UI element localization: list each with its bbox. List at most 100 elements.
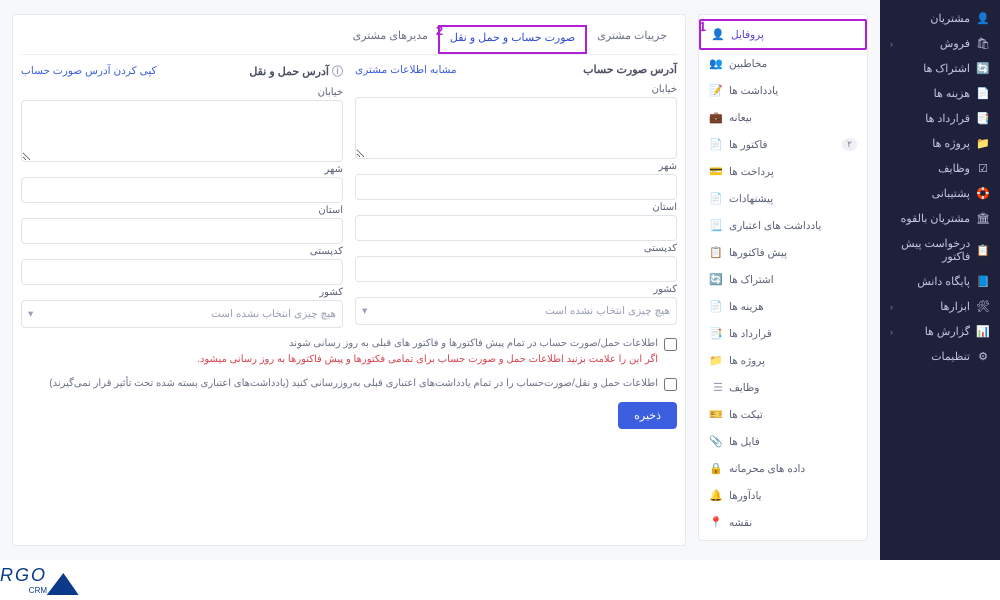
sub-item-یادداشت های اعتباری[interactable]: یادداشت های اعتباری📃 [699, 212, 867, 239]
sub-item-icon: 📄 [709, 300, 723, 313]
sub-item-پیشنهادات[interactable]: پیشنهادات📄 [699, 185, 867, 212]
shipping-zip-input[interactable] [21, 259, 343, 285]
nav-item-پشتیبانی[interactable]: 🛟پشتیبانی [880, 181, 1000, 206]
copy-billing-link[interactable]: کپی کردن آدرس صورت حساب [21, 65, 157, 77]
sub-item-وظایف[interactable]: وظایف☰ [699, 374, 867, 401]
sub-item-label: یادداشت ها [729, 85, 778, 97]
sub-item-label: پیش فاکتورها [729, 247, 787, 259]
nav-item-مشتریان بالقوه[interactable]: 🏛 مشتریان بالقوه [880, 206, 1000, 231]
sub-item-هزینه ها[interactable]: هزینه ها📄 [699, 293, 867, 320]
sub-item-فاکتور ها[interactable]: ۲فاکتور ها📄 [699, 131, 867, 158]
sub-item-label: فاکتور ها [729, 139, 768, 151]
sub-item-پرداخت ها[interactable]: پرداخت ها💳 [699, 158, 867, 185]
shipping-street-label: خیابان [21, 87, 343, 98]
shipping-country-select[interactable]: هیچ چیزی انتخاب نشده است ▾ [21, 300, 343, 328]
sub-item-icon: 💼 [709, 111, 723, 124]
nav-item-اشتراک ها[interactable]: 🔄اشتراک ها [880, 56, 1000, 81]
update-invoices-checkbox[interactable] [664, 338, 677, 351]
nav-item-گزارش ها[interactable]: 📊گزارش ها‹ [880, 319, 1000, 344]
nav-item-مشتریان[interactable]: 👤مشتریان [880, 6, 1000, 31]
billing-street-input[interactable] [355, 97, 677, 159]
shipping-state-input[interactable] [21, 218, 343, 244]
main-panel: جزییات مشتری صورت حساب و حمل و نقل 2 مدی… [12, 14, 686, 546]
nav-icon: 🛍 [976, 37, 990, 50]
sub-item-label: داده های محرمانه [729, 463, 805, 475]
nav-item-قرارداد ها[interactable]: 📑قرارداد ها [880, 106, 1000, 131]
sub-item-تیکت ها[interactable]: تیکت ها🎫 [699, 401, 867, 428]
nav-label: مشتریان بالقوه [901, 212, 970, 225]
count-badge: ۲ [842, 138, 857, 151]
highlight-marker-1: 1 [699, 19, 706, 34]
logo-text: RGO [0, 565, 47, 585]
sub-item-بیعانه[interactable]: بیعانه 💼 [699, 104, 867, 131]
chevron-left-icon: ‹ [890, 302, 893, 312]
sub-item-label: فایل ها [729, 436, 760, 448]
shipping-city-input[interactable] [21, 177, 343, 203]
tab-customer-admins[interactable]: مدیرهای مشتری [343, 25, 438, 54]
shipping-street-input[interactable] [21, 100, 343, 162]
sub-item-icon: 📎 [709, 435, 723, 448]
tab-customer-details[interactable]: جزییات مشتری [587, 25, 677, 54]
nav-item-تنظیمات[interactable]: ⚙تنظیمات [880, 344, 1000, 369]
billing-shipping-form: آدرس صورت حساب مشابه اطلاعات مشتری خیابا… [21, 63, 677, 328]
sub-item-label: بیعانه [729, 112, 752, 124]
nav-item-پایگاه دانش[interactable]: 📘پایگاه دانش [880, 269, 1000, 294]
billing-city-input[interactable] [355, 174, 677, 200]
sub-item-icon: 📁 [709, 354, 723, 367]
nav-icon: 📄 [976, 87, 990, 100]
main-sidebar: 👤مشتریان🛍فروش‹🔄اشتراک ها📄هزینه ها📑قراردا… [880, 0, 1000, 560]
nav-icon: 📁 [976, 137, 990, 150]
chevron-down-icon: ▾ [28, 308, 33, 320]
logo-subtitle: CRM [0, 586, 47, 595]
billing-state-label: استان [355, 202, 677, 213]
nav-item-هزینه ها[interactable]: 📄هزینه ها [880, 81, 1000, 106]
sub-item-پیش فاکتورها[interactable]: پیش فاکتورها 📋 [699, 239, 867, 266]
sub-item-label: اشتراک ها [729, 274, 774, 286]
update-credit-notes-checkbox[interactable] [664, 378, 677, 391]
nav-icon: ☑ [976, 162, 990, 175]
nav-icon: 📊 [976, 325, 990, 338]
highlight-marker-2: 2 [436, 23, 443, 38]
nav-label: مشتریان [930, 12, 970, 25]
sub-item-نقشه[interactable]: نقشه📍 [699, 509, 867, 536]
sub-item-پروژه ها[interactable]: پروژه ها📁 [699, 347, 867, 374]
nav-item-درخواست پیش فاکتور[interactable]: 📋درخواست پیش فاکتور [880, 231, 1000, 269]
billing-street-label: خیابان [355, 84, 677, 95]
sub-item-فایل ها[interactable]: فایل ها 📎 [699, 428, 867, 455]
sub-item-قرارداد ها[interactable]: قرارداد ها📑 [699, 320, 867, 347]
sub-item-label: قرارداد ها [729, 328, 772, 340]
sub-item-label: تیکت ها [729, 409, 763, 421]
sub-item-یادداشت ها[interactable]: یادداشت ها📝 [699, 77, 867, 104]
tab-label: صورت حساب و حمل و نقل [450, 32, 575, 44]
logo-bar: RGO CRM [0, 560, 1000, 600]
copy-customer-info-link[interactable]: مشابه اطلاعات مشتری [355, 64, 457, 76]
save-button[interactable]: ذخیره [618, 402, 677, 429]
nav-label: درخواست پیش فاکتور [890, 237, 970, 263]
tab-billing-shipping[interactable]: صورت حساب و حمل و نقل 2 [438, 25, 587, 54]
billing-country-select[interactable]: هیچ چیزی انتخاب نشده است ▾ [355, 297, 677, 325]
chevron-left-icon: ‹ [890, 39, 893, 49]
customer-sub-sidebar: پروفایل👤1مخاطبین👥یادداشت ها📝 بیعانه 💼 ۲ فاکت… [698, 14, 868, 541]
nav-item-وظایف[interactable]: ☑وظایف [880, 156, 1000, 181]
nav-icon: 🏛 [976, 212, 990, 225]
customer-tabs: جزییات مشتری صورت حساب و حمل و نقل 2 مدی… [21, 25, 677, 55]
nav-icon: 📑 [976, 112, 990, 125]
nav-icon: 🔄 [976, 62, 990, 75]
billing-zip-label: کدپستی [355, 243, 677, 254]
sub-item-icon: 📋 [709, 246, 723, 259]
sub-item-اشتراک ها[interactable]: اشتراک ها 🔄 [699, 266, 867, 293]
billing-zip-input[interactable] [355, 256, 677, 282]
sub-item-پروفایل[interactable]: پروفایل👤1 [699, 19, 867, 50]
nav-item-پروژه ها[interactable]: 📁پروژه ها [880, 131, 1000, 156]
nav-icon: 🛠 [976, 300, 990, 313]
content-area: پروفایل👤1مخاطبین👥یادداشت ها📝 بیعانه 💼 ۲ فاکت… [0, 0, 880, 560]
billing-state-input[interactable] [355, 215, 677, 241]
sub-item-مخاطبین[interactable]: مخاطبین👥 [699, 50, 867, 77]
nav-label: پایگاه دانش [917, 275, 970, 288]
sub-item-داده های محرمانه[interactable]: داده های محرمانه🔒 [699, 455, 867, 482]
sub-item-icon: 🔄 [709, 273, 723, 286]
nav-item-فروش[interactable]: 🛍فروش‹ [880, 31, 1000, 56]
nav-item-ابزارها[interactable]: 🛠ابزارها‹ [880, 294, 1000, 319]
update-credit-notes-text: اطلاعات حمل و نقل/صورت‌حساب را در تمام ی… [49, 376, 658, 392]
sub-item-یادآورها[interactable]: یادآورها🔔 [699, 482, 867, 509]
